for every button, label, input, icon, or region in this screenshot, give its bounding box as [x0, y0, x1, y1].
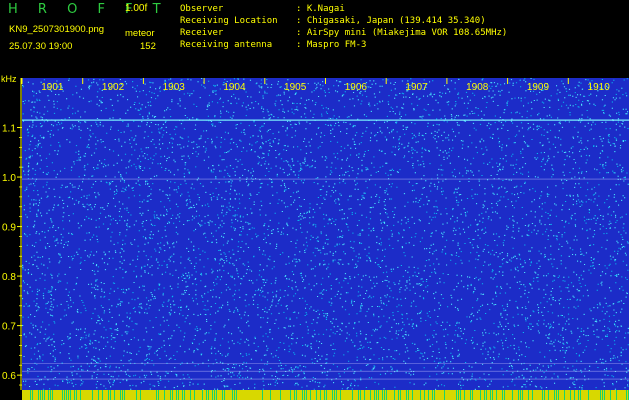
info-value: : Maspro FM-3 [296, 40, 367, 50]
info-value: : AirSpy mini (Miakejima VOR 108.65MHz) [296, 28, 508, 38]
station-info: Observer : K.Nagai Receiving Location : Ch… [180, 3, 507, 51]
frequency-label: 1.0 [2, 173, 16, 184]
level-strip-background [22, 390, 629, 400]
time-label: 1908 [466, 82, 489, 93]
info-row-observer: Observer : K.Nagai [180, 3, 507, 15]
frequency-label: 0.9 [2, 223, 16, 234]
time-label: 1902 [102, 82, 125, 93]
frequency-label: 0.7 [2, 322, 16, 333]
app-version: 1.00f [125, 3, 148, 14]
time-label: 1907 [405, 82, 428, 93]
info-value: : K.Nagai [296, 4, 345, 14]
info-label: Observer [180, 4, 224, 14]
frequency-axis: 1.1 1.0 0.9 0.8 0.7 0.6 [2, 78, 22, 390]
time-label: 1909 [527, 82, 550, 93]
bottom-level-strip [22, 390, 629, 400]
header-panel: H R O F F T 1.00f KN9_2507301900.png met… [0, 0, 629, 78]
time-label: 1906 [345, 82, 368, 93]
frequency-label: 0.8 [2, 272, 16, 283]
time-label: 1903 [163, 82, 186, 93]
meteor-label: meteor [125, 28, 155, 39]
time-label: 1901 [41, 82, 64, 93]
frequency-label: 1.1 [2, 124, 16, 135]
info-row-antenna: Receiving antenna : Maspro FM-3 [180, 39, 507, 51]
time-label: 1904 [223, 82, 246, 93]
info-row-receiver: Receiver : AirSpy mini (Miakejima VOR 108… [180, 27, 507, 39]
info-value: : Chigasaki, Japan (139.414 35.340) [296, 16, 486, 26]
info-row-location: Receiving Location : Chigasaki, Japan (13… [180, 15, 507, 27]
time-label: 1910 [588, 82, 611, 93]
frequency-label: 0.6 [2, 371, 16, 382]
time-label: 1905 [284, 82, 307, 93]
info-label: Receiver [180, 28, 224, 38]
meteor-count: 152 [140, 41, 156, 52]
info-label: Receiving antenna [180, 40, 273, 50]
info-label: Receiving Location [180, 16, 278, 26]
file-name: KN9_2507301900.png [9, 24, 105, 35]
observation-datetime: 25.07.30 19:00 [9, 41, 73, 52]
spectrogram: 1901 1902 1903 1904 1905 1906 1907 1908 1909 1910… [2, 78, 629, 400]
